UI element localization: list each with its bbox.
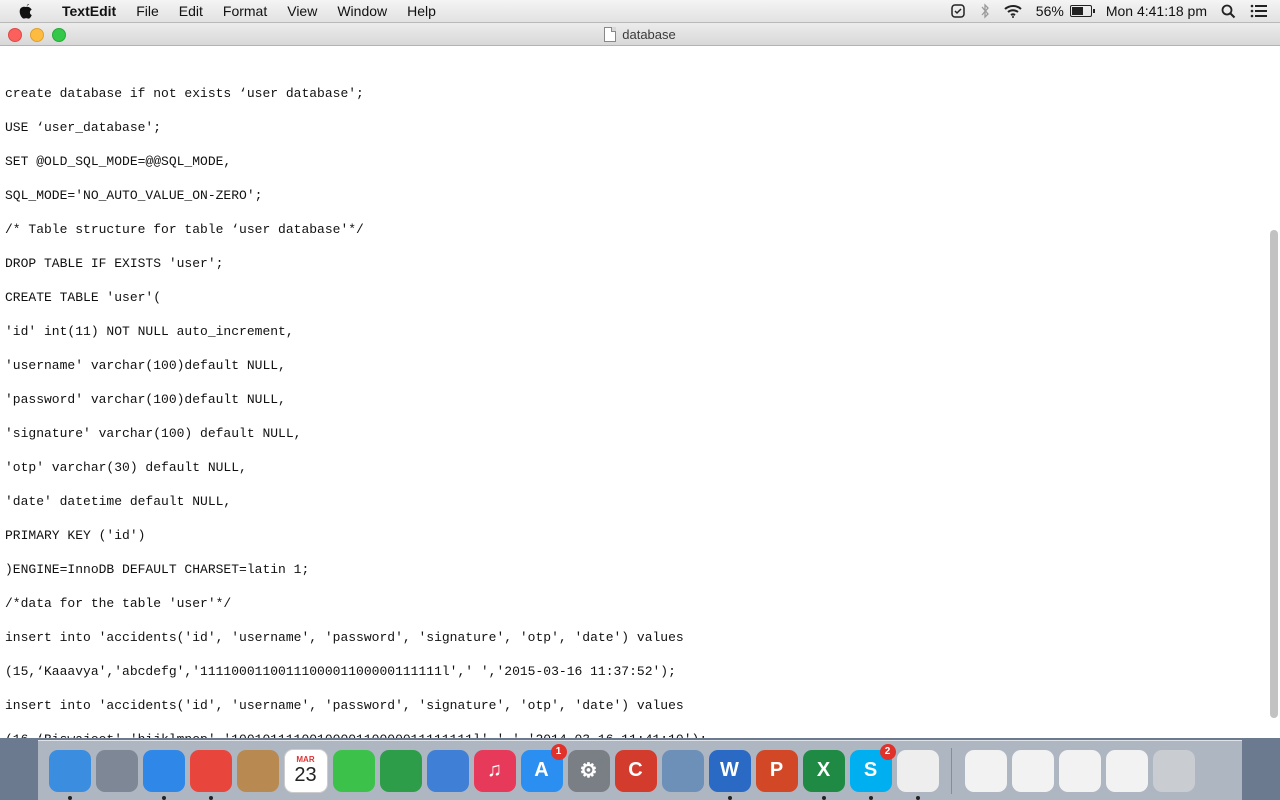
ccleaner-glyph: C: [628, 759, 643, 781]
excel-icon[interactable]: X: [802, 749, 845, 800]
system-preferences-glyph: ⚙: [579, 760, 598, 782]
text-line: )ENGINE=InnoDB DEFAULT CHARSET=latin 1;: [5, 562, 310, 577]
running-indicator: [868, 795, 873, 800]
numbers-icon[interactable]: [379, 749, 422, 792]
contacts-icon[interactable]: [236, 749, 279, 792]
wifi-icon[interactable]: [997, 0, 1029, 22]
battery-icon: [1069, 5, 1095, 17]
text-line: insert into 'accidents('id', 'username',…: [5, 698, 684, 713]
text-line: USE ‘user_database';: [5, 120, 162, 135]
menu-bar: TextEdit File Edit Format View Window He…: [0, 0, 1280, 23]
notification-badge: 1: [550, 743, 567, 760]
skype-icon[interactable]: S2: [849, 743, 896, 800]
time-machine-icon[interactable]: [943, 0, 973, 22]
textedit-window: database create database if not exists ‘…: [0, 23, 1280, 738]
ccleaner-icon[interactable]: C: [614, 749, 657, 792]
vertical-scrollbar[interactable]: [1270, 230, 1278, 718]
calendar-month: MAR: [296, 755, 315, 764]
text-line: CREATE TABLE 'user'(: [5, 290, 162, 305]
launchpad-icon[interactable]: [95, 749, 138, 792]
powerpoint-icon[interactable]: P: [755, 749, 798, 792]
bluetooth-icon[interactable]: [973, 0, 997, 22]
text-line: 'signature' varchar(100) default NULL,: [5, 426, 302, 441]
app-name-menu[interactable]: TextEdit: [50, 0, 126, 22]
text-line: 'otp' varchar(30) default NULL,: [5, 460, 247, 475]
notification-center-icon[interactable]: [1243, 0, 1280, 22]
menu-help[interactable]: Help: [397, 0, 446, 22]
text-line: /*data for the table 'user'*/: [5, 596, 232, 611]
itunes-icon[interactable]: ♫: [473, 749, 516, 792]
menu-file[interactable]: File: [126, 0, 169, 22]
running-indicator: [915, 795, 920, 800]
textedit-icon[interactable]: [896, 749, 939, 800]
word-icon[interactable]: W: [708, 749, 751, 800]
downloads-stack-icon[interactable]: [1011, 749, 1054, 792]
chrome-icon[interactable]: [189, 749, 232, 800]
window-preview-icon[interactable]: [1105, 749, 1148, 792]
powerpoint-glyph: P: [769, 759, 784, 781]
screenshot-stack-icon[interactable]: [1058, 749, 1101, 792]
text-line: /* Table structure for table ‘user datab…: [5, 222, 364, 237]
close-button[interactable]: [8, 28, 22, 42]
calendar-day: 23: [294, 764, 317, 786]
text-line: create database if not exists ‘user data…: [5, 86, 364, 101]
keynote-icon[interactable]: [426, 749, 469, 792]
text-line: DROP TABLE IF EXISTS 'user';: [5, 256, 224, 271]
text-line: insert into 'accidents('id', 'username',…: [5, 630, 684, 645]
document-icon: [604, 26, 617, 42]
skype-glyph: S: [863, 759, 878, 781]
menu-format[interactable]: Format: [213, 0, 277, 22]
notification-badge: 2: [879, 743, 896, 760]
battery-status[interactable]: 56%: [1029, 0, 1099, 22]
running-indicator: [208, 795, 213, 800]
window-title: database: [622, 26, 676, 42]
menu-view[interactable]: View: [277, 0, 327, 22]
text-line: 'id' int(11) NOT NULL auto_increment,: [5, 324, 294, 339]
documents-stack-icon[interactable]: [964, 749, 1007, 792]
running-indicator: [727, 795, 732, 800]
text-line: 'password' varchar(100)default NULL,: [5, 392, 286, 407]
system-preferences-icon[interactable]: ⚙: [567, 749, 610, 792]
text-line: (16,‘Biswajeet','hijklmnop','10010111100…: [5, 732, 707, 738]
clock[interactable]: Mon 4:41:18 pm: [1099, 0, 1214, 22]
battery-percent: 56%: [1035, 3, 1064, 19]
text-line: SET @OLD_SQL_MODE=@@SQL_MODE,: [5, 154, 232, 169]
running-indicator: [821, 795, 826, 800]
running-indicator: [161, 795, 166, 800]
calendar-icon[interactable]: MAR 23: [283, 748, 328, 793]
trash-icon[interactable]: [1152, 749, 1195, 792]
text-line: 'username' varchar(100)default NULL,: [5, 358, 286, 373]
app-store-icon[interactable]: A1: [520, 743, 567, 792]
excel-glyph: X: [816, 759, 831, 781]
menu-window[interactable]: Window: [327, 0, 397, 22]
text-line: SQL_MODE='NO_AUTO_VALUE_ON-ZERO';: [5, 188, 263, 203]
preview-icon[interactable]: [661, 749, 704, 792]
apple-menu-icon[interactable]: [18, 2, 36, 20]
zoom-button[interactable]: [52, 28, 66, 42]
itunes-glyph: ♫: [487, 759, 502, 781]
window-titlebar[interactable]: database: [0, 23, 1280, 46]
dock: MAR 23 ♫ A 1 ⚙ C W P X S 2: [38, 740, 1242, 800]
text-line: (15,‘Kaaavya','abcdefg','111100011001110…: [5, 664, 676, 679]
app-store-glyph: A: [534, 759, 549, 781]
menu-edit[interactable]: Edit: [169, 0, 213, 22]
word-glyph: W: [720, 759, 739, 781]
running-indicator: [67, 795, 72, 800]
document-text-area[interactable]: create database if not exists ‘user data…: [0, 46, 1266, 738]
text-line: PRIMARY KEY ('id'): [5, 528, 146, 543]
safari-icon[interactable]: [142, 749, 185, 800]
minimize-button[interactable]: [30, 28, 44, 42]
spotlight-search-icon[interactable]: [1214, 0, 1243, 22]
text-line: 'date' datetime default NULL,: [5, 494, 232, 509]
dock-separator: [951, 747, 952, 794]
finder-icon[interactable]: [48, 749, 91, 800]
facetime-icon[interactable]: [332, 749, 375, 792]
